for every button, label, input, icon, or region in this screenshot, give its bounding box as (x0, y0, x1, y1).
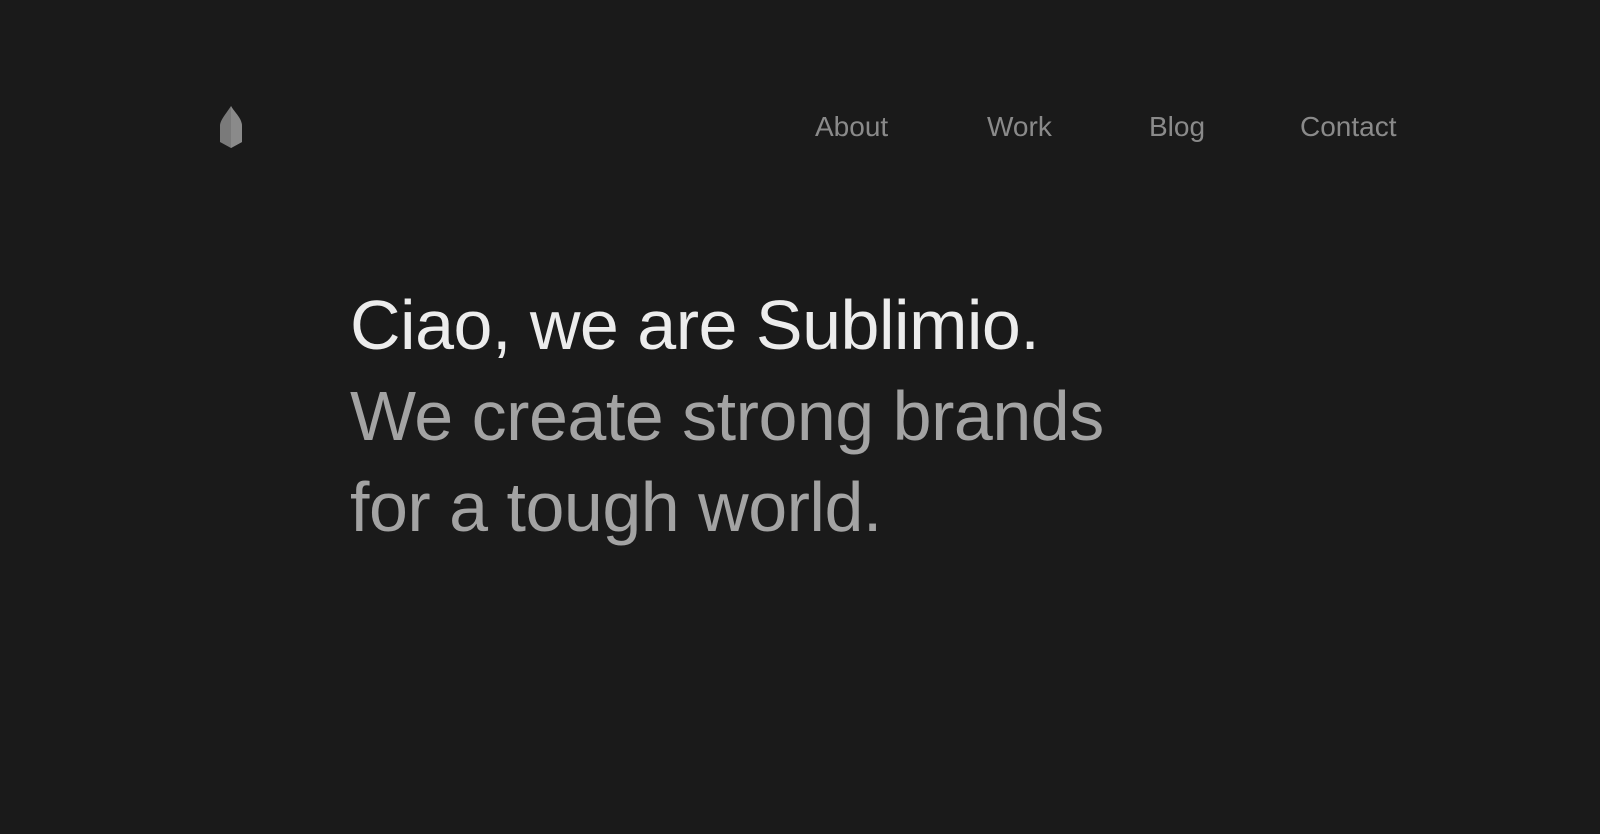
main-nav: About Work Blog Contact (0, 107, 1600, 147)
hero-intro-line: Ciao, we are Sublimio. (350, 286, 1040, 364)
hero-section: Ciao, we are Sublimio. We create strong … (350, 280, 1350, 553)
site-header: About Work Blog Contact (0, 0, 1600, 200)
nav-link-blog[interactable]: Blog (1149, 107, 1205, 147)
hero-tagline-line-2: for a tough world. (350, 468, 882, 546)
hero-tagline-line-1: We create strong brands (350, 377, 1104, 455)
hero-heading: Ciao, we are Sublimio. We create strong … (350, 280, 1350, 553)
nav-link-work[interactable]: Work (987, 107, 1052, 147)
nav-link-contact[interactable]: Contact (1300, 107, 1397, 147)
nav-link-about[interactable]: About (815, 107, 888, 147)
